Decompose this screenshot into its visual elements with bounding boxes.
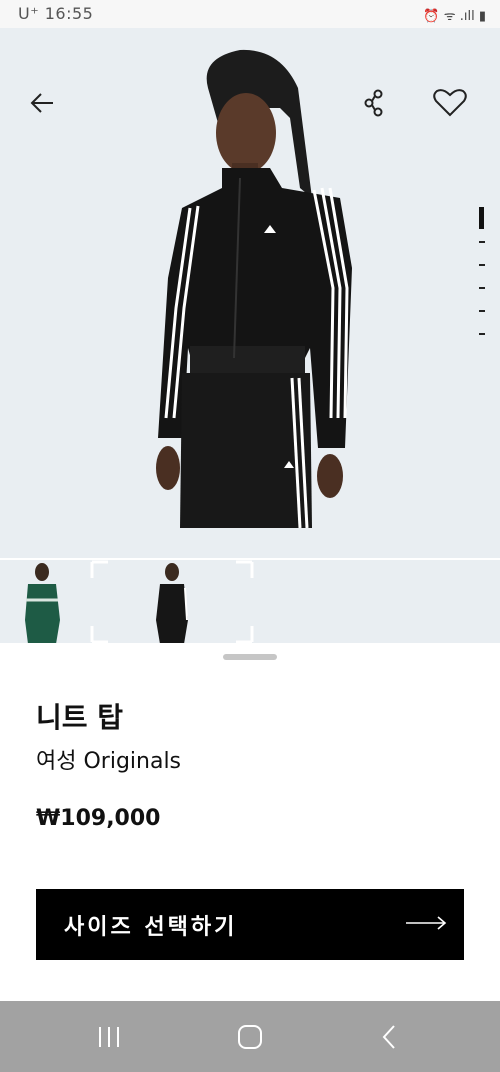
product-hero-image[interactable] (0, 28, 500, 558)
color-variant-green[interactable] (0, 560, 86, 644)
pagination-dot[interactable] (479, 264, 485, 266)
select-size-label: 사이즈 선택하기 (64, 914, 238, 940)
wishlist-button[interactable] (432, 88, 472, 128)
home-button[interactable] (230, 1019, 270, 1055)
pagination-dot[interactable] (479, 310, 485, 312)
product-price: ₩109,000 (36, 806, 161, 831)
recent-apps-button[interactable] (89, 1019, 129, 1055)
share-button[interactable] (360, 88, 400, 128)
pagination-dot[interactable] (479, 333, 485, 335)
status-time: U⁺ 16:55 (18, 4, 94, 23)
status-bar: U⁺ 16:55 ⏰ ᯤ .ıll ▮ (0, 0, 500, 28)
back-button[interactable] (27, 88, 67, 128)
arrow-left-icon (30, 93, 53, 113)
product-subtitle: 여성 Originals (36, 749, 182, 774)
pagination-dot-active[interactable] (479, 207, 484, 229)
sheet-drag-handle[interactable] (223, 654, 277, 660)
model-illustration (156, 49, 352, 529)
status-icons: ⏰ ᯤ .ıll ▮ (423, 9, 486, 24)
product-name: 니트 탑 (36, 701, 124, 734)
recent-apps-icon (99, 1027, 119, 1047)
system-back-button[interactable] (370, 1019, 410, 1055)
share-icon (364, 89, 383, 117)
gallery-pagination (477, 207, 487, 356)
system-navigation-bar (0, 1001, 500, 1072)
chevron-left-icon (382, 1025, 395, 1049)
pagination-dot[interactable] (479, 241, 485, 243)
arrow-right-icon (406, 916, 447, 930)
select-size-button[interactable]: 사이즈 선택하기 (36, 889, 464, 960)
heart-icon (433, 89, 467, 117)
pagination-dot[interactable] (479, 287, 485, 289)
product-info-sheet: 니트 탑 여성 Originals ₩109,000 사이즈 선택하기 (0, 643, 500, 1001)
color-variant-black-selected[interactable] (90, 560, 254, 644)
home-icon (238, 1025, 262, 1049)
color-variant-strip (0, 558, 500, 644)
